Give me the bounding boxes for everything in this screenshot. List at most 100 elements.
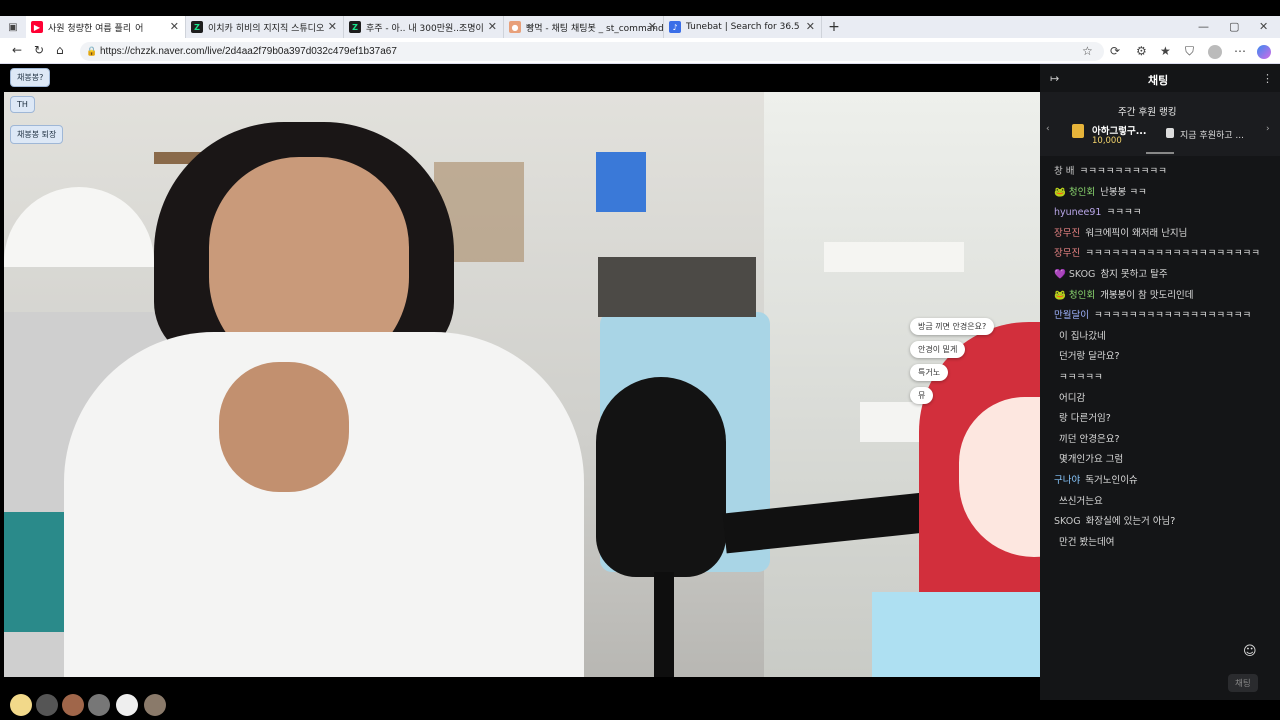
url-text: https://chzzk.naver.com/live/2d4aa2f79b0… [100, 46, 397, 57]
chat-text: 몇개인가요 그럼 [1059, 454, 1124, 466]
tab-tunebat[interactable]: ♪ Tunebat | Search for 36.5 ✕ [664, 16, 822, 38]
favorites-icon[interactable]: ★ [1160, 44, 1171, 58]
close-icon[interactable]: ✕ [170, 20, 179, 33]
chat-nickname[interactable]: 장무진 [1054, 228, 1080, 239]
url-input[interactable]: 🔒 https://chzzk.naver.com/live/2d4aa2f79… [80, 42, 1104, 61]
tab-chzzk-studio[interactable]: Z 이치카 히비의 지지직 스튜디오 ✕ [186, 16, 344, 38]
video-player[interactable]: ≡ 채봉봉? TH 채봉봉 퇴장 방금 끼면 안경은요? 안경이 밑게 특거노 … [0, 64, 1040, 700]
chat-nickname[interactable]: 창 배 [1054, 166, 1075, 177]
carousel-indicator [1146, 152, 1174, 154]
profile-avatar[interactable] [1208, 45, 1222, 59]
floating-chat-bubble: 뮤 [910, 387, 934, 404]
tunebat-icon: ♪ [669, 21, 681, 33]
chat-text: 랑 다른거임? [1059, 413, 1111, 425]
chat-text: ㅋㅋㅋㅋㅋㅋㅋㅋㅋㅋ [1079, 166, 1167, 177]
emote-avatar [88, 694, 110, 716]
chat-text: 독거노인이슈 [1085, 475, 1138, 486]
chat-message: ㅋㅋㅋㅋㅋ [1054, 370, 1103, 386]
chat-input-area: ☺ 채팅 [1040, 636, 1280, 700]
refresh-icon[interactable]: ↻ [34, 43, 44, 57]
tab-title: 후주 - 아.. 내 300만원..조명이..! [366, 23, 484, 34]
tab-chatbot[interactable]: ● 빵먹 - 채팅 채팅봇 _ st_command ✕ [504, 16, 664, 38]
bottom-strip [0, 700, 1280, 720]
tab-extra-text: 어 [135, 23, 144, 34]
donation-ranking: 주간 후원 랭킹 ‹ › 아하그렇구... 10,000 지금 후원하고 ... [1040, 92, 1280, 156]
vtuber-jacket [872, 592, 1040, 677]
chevron-right-icon[interactable]: › [1266, 124, 1270, 134]
close-icon[interactable]: ✕ [648, 20, 657, 33]
chat-nickname[interactable]: hyunee91 [1054, 207, 1101, 218]
more-icon[interactable]: ⋯ [1234, 44, 1246, 58]
chat-text: 던거랑 달라요? [1059, 351, 1120, 363]
refresh-extension-icon[interactable]: ⟳ [1110, 44, 1120, 58]
window-close-button[interactable]: ✕ [1259, 20, 1268, 33]
chat-text: 이 집나갔네 [1059, 330, 1106, 342]
chat-text: 개봉봉이 참 맛도리인데 [1100, 289, 1194, 301]
trophy-icon [1166, 128, 1174, 138]
chat-text: 참지 못하고 탈주 [1100, 269, 1168, 280]
chat-message: 장무진 ㅋㅋㅋㅋㅋㅋㅋㅋㅋㅋㅋㅋㅋㅋㅋㅋㅋㅋㅋㅋ [1054, 246, 1260, 262]
floating-chat-bubble: 안경이 밑게 [910, 341, 966, 358]
chevron-left-icon[interactable]: ‹ [1046, 124, 1050, 134]
chat-text: 난봉봉 ㅋㅋ [1100, 186, 1147, 198]
chat-nickname[interactable]: 청인회 [1069, 187, 1095, 198]
close-icon[interactable]: ✕ [806, 20, 815, 33]
streamer-hand [219, 362, 349, 492]
chat-nickname[interactable]: 청인회 [1069, 290, 1095, 301]
chat-message: 랑 다른거임? [1054, 411, 1111, 427]
floating-chat-bubble: 특거노 [910, 364, 949, 381]
chat-nickname[interactable]: 구나야 [1054, 475, 1080, 486]
back-icon[interactable]: ← [12, 43, 22, 57]
ranking-title: 주간 후원 랭킹 [1118, 107, 1177, 118]
chat-text: ㅋㅋㅋㅋㅋ [1059, 372, 1103, 383]
copilot-icon[interactable] [1257, 45, 1271, 59]
chzzk-icon: Z [349, 21, 361, 33]
send-chat-button[interactable]: 채팅 [1228, 674, 1258, 692]
close-icon[interactable]: ✕ [328, 20, 337, 33]
chat-nickname[interactable]: SKOG [1069, 269, 1096, 280]
chat-message: 🐸 청인회 개봉봉이 참 맛도리인데 [1054, 288, 1194, 304]
overlay-button-2[interactable]: TH [10, 96, 35, 113]
box-on-fridge [598, 257, 756, 317]
badge-icon: 🐸 [1054, 289, 1066, 301]
chat-text: 어디감 [1059, 392, 1086, 404]
collapse-chat-icon[interactable]: ↦ [1050, 72, 1059, 85]
chat-text: ㅋㅋㅋㅋ [1106, 207, 1142, 219]
chat-nickname[interactable]: SKOG [1054, 516, 1081, 527]
chat-message: 쓰신거는요 [1054, 494, 1103, 510]
new-tab-button[interactable]: + [822, 19, 846, 35]
bread-icon: ● [509, 21, 521, 33]
shield-icon[interactable]: ⛉ [1185, 44, 1194, 59]
chat-text: 끼던 안경은요? [1059, 433, 1120, 445]
emote-avatar [36, 694, 58, 716]
emoji-icon[interactable]: ☺ [1243, 644, 1257, 659]
chat-message: 만월달이 ㅋㅋㅋㅋㅋㅋㅋㅋㅋㅋㅋㅋㅋㅋㅋㅋㅋㅋ [1054, 308, 1251, 324]
maximize-button[interactable]: ▢ [1229, 20, 1239, 33]
badge-icon: 💜 [1054, 269, 1066, 280]
chat-nickname[interactable]: 만월달이 [1054, 310, 1089, 321]
overlay-button-3[interactable]: 채봉봉 퇴장 [10, 125, 64, 144]
tab-actions-icon[interactable]: ▣ [0, 16, 26, 38]
chat-text: 만건 봤는데여 [1059, 536, 1115, 548]
star-icon[interactable]: ☆ [1082, 44, 1093, 58]
tab-chzzk-hooju[interactable]: Z 후주 - 아.. 내 300만원..조명이..! ✕ [344, 16, 504, 38]
rank1-amount: 10,000 [1092, 136, 1122, 146]
rank2-text[interactable]: 지금 후원하고 ... [1180, 128, 1244, 141]
chat-message: 몇개인가요 그럼 [1054, 452, 1123, 468]
mic-stand [654, 572, 674, 677]
tab-title: 사원 청량한 여름 플리 [48, 23, 132, 34]
minimize-button[interactable]: — [1198, 20, 1209, 33]
chat-message: 던거랑 달라요? [1054, 349, 1120, 365]
chat-nickname[interactable]: 장무진 [1054, 248, 1080, 259]
tab-youtube-playlist[interactable]: ▶ 사원 청량한 여름 플리 어 ✕ [26, 16, 186, 38]
home-icon[interactable]: ⌂ [56, 43, 64, 57]
emote-avatar [116, 694, 138, 716]
overlay-button-1[interactable]: 채봉봉? [10, 68, 51, 87]
trophy-icon [1072, 124, 1084, 138]
more-icon[interactable]: ⋮ [1262, 72, 1273, 85]
close-icon[interactable]: ✕ [488, 20, 497, 33]
microphone [596, 377, 726, 577]
chat-message: 만건 봤는데여 [1054, 535, 1114, 551]
stream-scene [4, 92, 1040, 677]
extension-icon[interactable]: ⚙ [1136, 44, 1147, 58]
